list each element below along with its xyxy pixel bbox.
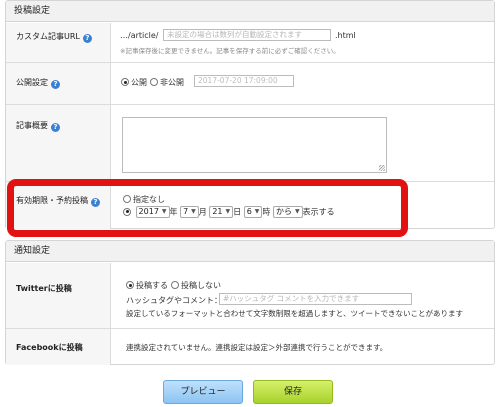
visibility-private-label: 非公開	[160, 78, 184, 87]
twitter-value-cell: 投稿する 投稿しない ハッシュタグやコメント： #ハッシュタグ コメントを入力で…	[118, 263, 486, 328]
twitter-post-radio[interactable]: 投稿する	[126, 280, 168, 291]
visibility-label: 公開設定	[16, 78, 48, 87]
help-icon[interactable]: ?	[51, 123, 60, 132]
notify-settings-header: 通知設定	[6, 241, 494, 262]
month-unit: 月	[198, 207, 207, 217]
visibility-row: 公開設定? 公開 非公開 2017-07-20 17:09:00	[6, 63, 494, 105]
summary-label: 記事概要	[16, 121, 48, 130]
custom-url-prefix: …/article/	[120, 31, 159, 40]
twitter-warning: 設定しているフォーマットと合わせて文字数制限を超過しますと、ツイートできないこと…	[126, 309, 463, 318]
twitter-label-cell: Twitterに投稿	[6, 263, 111, 328]
chevron-down-icon: ▼	[254, 208, 260, 215]
help-icon[interactable]: ?	[82, 34, 92, 43]
month-select[interactable]: 7 ▼	[180, 206, 199, 218]
custom-url-note: ※記事保存後に変更できません。記事を保存する前に必ずご確認ください。	[120, 47, 340, 55]
display-mode-suffix: 表示する	[302, 207, 335, 217]
facebook-message: 連携設定されていません。連携設定は設定＞外部連携で行うことができます。	[126, 343, 388, 352]
chevron-down-icon: ▼	[225, 208, 231, 215]
radio-icon[interactable]	[150, 78, 158, 86]
radio-icon[interactable]	[123, 195, 131, 203]
twitter-post-label: 投稿する	[136, 281, 168, 290]
facebook-label: Facebookに投稿	[16, 343, 83, 352]
visibility-label-cell: 公開設定?	[6, 63, 111, 104]
chevron-down-icon: ▼	[191, 208, 196, 215]
custom-url-value-cell: …/article/ 未設定の場合は数列が自動設定されます .html ※記事保…	[118, 23, 486, 62]
schedule-label-cell: 有効期限・予約投稿?	[6, 182, 111, 229]
facebook-value-cell: 連携設定されていません。連携設定は設定＞外部連携で行うことができます。	[118, 329, 486, 365]
radio-selected-icon[interactable]	[121, 78, 129, 86]
hour-unit: 時	[262, 207, 271, 217]
custom-url-label-cell: カスタム記事URL?	[6, 23, 111, 62]
visibility-datetime-input[interactable]: 2017-07-20 17:09:00	[194, 75, 294, 87]
summary-textarea[interactable]	[122, 117, 387, 173]
resize-grip-icon[interactable]	[379, 165, 385, 171]
twitter-no-post-radio[interactable]: 投稿しない	[171, 280, 221, 291]
schedule-value-cell: 指定なし 2017 ▼ 年 7 ▼ 月 21 ▼ 日 6 ▼ 時 から ▼ 表示する	[118, 182, 486, 229]
schedule-row: 有効期限・予約投稿? 指定なし 2017 ▼ 年 7 ▼ 月 21 ▼ 日 6 ▼ 時 から ▼ 表…	[6, 182, 494, 229]
radio-icon[interactable]	[171, 281, 179, 289]
radio-selected-icon[interactable]	[123, 207, 131, 216]
day-select[interactable]: 21 ▼	[209, 206, 234, 218]
help-icon[interactable]: ?	[91, 198, 100, 207]
hashtag-label: ハッシュタグやコメント：	[126, 296, 222, 305]
display-mode-select[interactable]: から ▼	[272, 206, 303, 218]
twitter-row: Twitterに投稿 投稿する 投稿しない ハッシュタグやコメント： #ハッシュ…	[6, 263, 494, 329]
summary-label-cell: 記事概要?	[6, 105, 111, 181]
schedule-none-label: 指定なし	[133, 195, 165, 204]
visibility-public-radio[interactable]: 公開	[121, 77, 147, 88]
preview-button[interactable]: プレビュー	[163, 380, 243, 404]
custom-url-label: カスタム記事URL	[16, 32, 80, 41]
twitter-label: Twitterに投稿	[16, 284, 72, 293]
visibility-private-radio[interactable]: 非公開	[150, 77, 184, 88]
twitter-no-post-label: 投稿しない	[181, 281, 221, 290]
radio-selected-icon[interactable]	[126, 281, 134, 289]
custom-url-input[interactable]: 未設定の場合は数列が自動設定されます	[163, 29, 331, 41]
help-icon[interactable]: ?	[51, 80, 60, 89]
facebook-label-cell: Facebookに投稿	[6, 329, 111, 365]
visibility-value-cell: 公開 非公開 2017-07-20 17:09:00	[118, 63, 486, 104]
facebook-row: Facebookに投稿 連携設定されていません。連携設定は設定＞外部連携で行うこ…	[6, 329, 494, 365]
hashtag-input[interactable]: #ハッシュタグ コメントを入力できます	[219, 293, 412, 305]
post-settings-panel: 投稿設定 カスタム記事URL? …/article/ 未設定の場合は数列が自動設…	[5, 0, 495, 229]
schedule-none-radio[interactable]: 指定なし	[123, 194, 165, 205]
notify-settings-panel: 通知設定 Twitterに投稿 投稿する 投稿しない ハッシュタグやコメント： …	[5, 240, 495, 365]
summary-value-cell	[118, 105, 486, 181]
chevron-down-icon: ▼	[294, 208, 300, 215]
post-settings-header: 投稿設定	[6, 1, 494, 22]
schedule-label: 有効期限・予約投稿	[16, 196, 88, 205]
visibility-public-label: 公開	[131, 78, 147, 87]
chevron-down-icon: ▼	[161, 208, 167, 215]
custom-url-suffix: .html	[335, 31, 356, 40]
summary-row: 記事概要?	[6, 105, 494, 182]
custom-url-row: カスタム記事URL? …/article/ 未設定の場合は数列が自動設定されます…	[6, 23, 494, 63]
day-unit: 日	[233, 207, 242, 217]
schedule-date-row: 2017 ▼ 年 7 ▼ 月 21 ▼ 日 6 ▼ 時 から ▼ 表示する	[123, 206, 335, 218]
year-unit: 年	[169, 207, 178, 217]
hour-select[interactable]: 6 ▼	[243, 206, 263, 218]
save-button[interactable]: 保存	[253, 380, 333, 404]
year-select[interactable]: 2017 ▼	[135, 206, 170, 218]
